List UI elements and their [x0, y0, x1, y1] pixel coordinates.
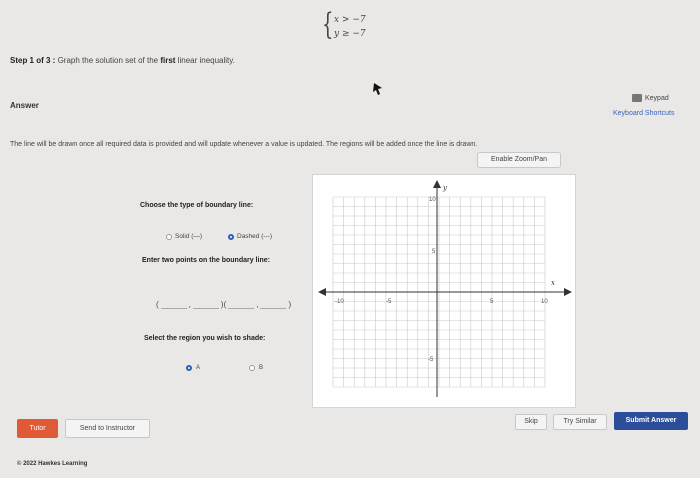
keypad-button[interactable]: Keypad: [632, 91, 688, 105]
paren-mid: )(: [220, 300, 227, 309]
points-title: Enter two points on the boundary line:: [142, 257, 270, 264]
tutor-button[interactable]: Tutor: [17, 419, 58, 438]
solid-label: Solid (—): [175, 233, 203, 240]
dashed-radio[interactable]: [228, 233, 234, 240]
copyright: © 2022 Hawkes Learning: [17, 461, 88, 467]
region-a-radio[interactable]: [186, 365, 192, 371]
comma-1: ,: [188, 300, 191, 309]
step-text: Graph the solution set of the: [57, 56, 159, 65]
coordinate-graph[interactable]: y x 10 5 -5 -10 -5 5 10: [312, 174, 576, 408]
keypad-icon: [632, 94, 642, 102]
point1-y-input[interactable]: [192, 300, 219, 309]
try-similar-button[interactable]: Try Similar: [553, 414, 607, 430]
region-b-label: B: [259, 365, 264, 371]
dashed-label: Dashed (---): [237, 233, 273, 240]
solid-radio[interactable]: [166, 233, 172, 240]
tick-y-10: 10: [429, 197, 436, 203]
tick-x-5: 5: [490, 299, 494, 305]
region-title: Select the region you wish to shade:: [144, 335, 266, 342]
y-axis-label: y: [442, 184, 448, 192]
point1-x-input[interactable]: [160, 300, 187, 309]
inequality-2: y ≥ −7: [334, 29, 366, 39]
paren-open: (: [156, 300, 159, 309]
graph-hint: The line will be drawn once all required…: [10, 141, 478, 148]
step-bold: first: [160, 56, 176, 65]
brace-icon: {: [322, 7, 334, 42]
x-axis-label: x: [551, 279, 555, 287]
y-axis-up-arrow-icon: [433, 180, 441, 188]
graph-svg[interactable]: y x 10 5 -5 -10 -5 5 10: [313, 175, 577, 409]
region-a-option[interactable]: A: [186, 365, 200, 371]
point2-x-input[interactable]: [228, 300, 255, 309]
point2-y-input[interactable]: [260, 300, 287, 309]
tick-x-neg10: -10: [335, 299, 344, 305]
region-b-radio[interactable]: [249, 365, 255, 371]
enable-zoom-pan-button[interactable]: Enable Zoom/Pan: [477, 152, 561, 168]
inequality-1: x > −7: [334, 15, 366, 25]
skip-button[interactable]: Skip: [515, 414, 547, 430]
step-instruction: Step 1 of 3 : Graph the solution set of …: [10, 56, 235, 65]
boundary-type-title: Choose the type of boundary line:: [140, 202, 254, 209]
keyboard-shortcuts-link[interactable]: Keyboard Shortcuts: [613, 110, 674, 117]
mouse-cursor-icon: [373, 83, 382, 95]
tick-y-neg5: -5: [428, 357, 434, 363]
paren-close: ): [288, 300, 292, 309]
tick-x-10: 10: [541, 299, 548, 305]
solid-line-option[interactable]: Solid (—): [166, 233, 202, 240]
answer-label: Answer: [10, 101, 39, 110]
region-b-option[interactable]: B: [249, 365, 263, 371]
x-axis-right-arrow-icon: [564, 288, 572, 296]
step-prefix: Step 1 of 3 :: [10, 56, 56, 65]
keypad-label: Keypad: [645, 94, 669, 102]
submit-answer-button[interactable]: Submit Answer: [614, 412, 688, 430]
point-inputs: ( , )( , ): [156, 300, 291, 309]
tick-x-neg5: -5: [386, 299, 392, 305]
dashed-line-option[interactable]: Dashed (---): [228, 233, 272, 240]
step-suffix: linear inequality.: [177, 56, 235, 65]
region-a-label: A: [196, 365, 201, 371]
inequality-system: { x > −7 y ≥ −7: [322, 7, 382, 42]
comma-2: ,: [256, 300, 259, 309]
x-axis-left-arrow-icon: [318, 288, 326, 296]
send-to-instructor-button[interactable]: Send to Instructor: [65, 419, 150, 438]
